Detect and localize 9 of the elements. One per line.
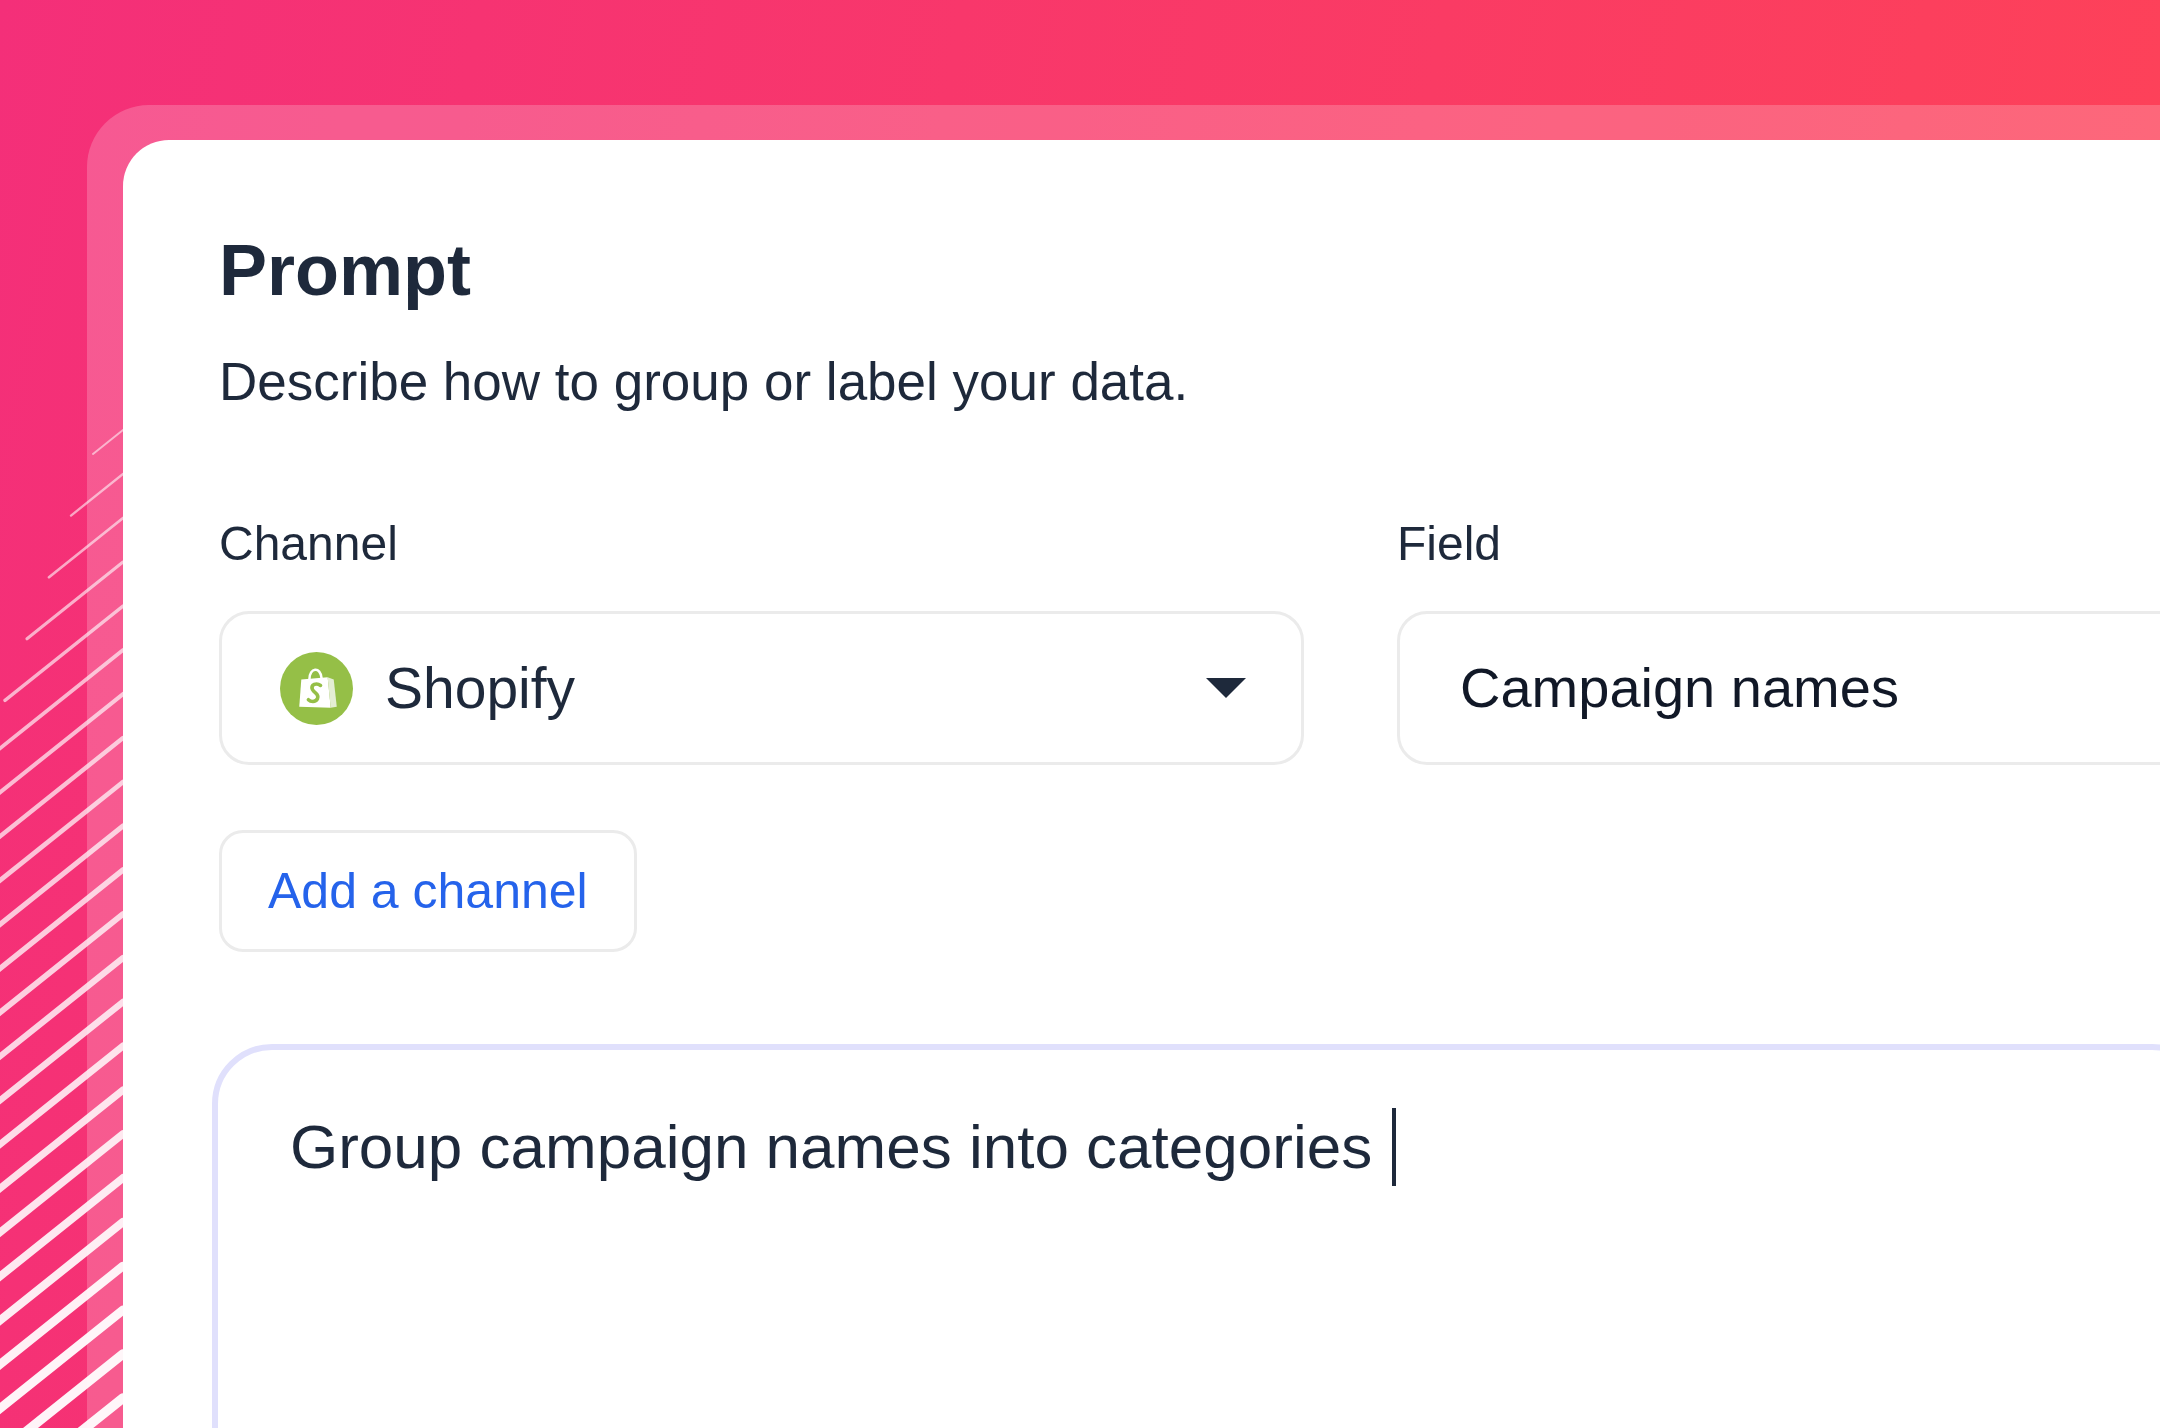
channel-select[interactable]: Shopify [219, 611, 1304, 765]
field-input[interactable]: Campaign names [1397, 611, 2160, 765]
field-label: Channel [219, 520, 398, 568]
add-channel-button[interactable]: Add a channel [219, 830, 637, 952]
text-cursor-icon [1392, 1108, 1397, 1186]
field-label: Field [1397, 520, 1502, 568]
prompt-input[interactable]: Group campaign names into categories [212, 1044, 2160, 1428]
shopping-bag-icon [280, 651, 353, 725]
caret-icon [1206, 678, 1246, 698]
